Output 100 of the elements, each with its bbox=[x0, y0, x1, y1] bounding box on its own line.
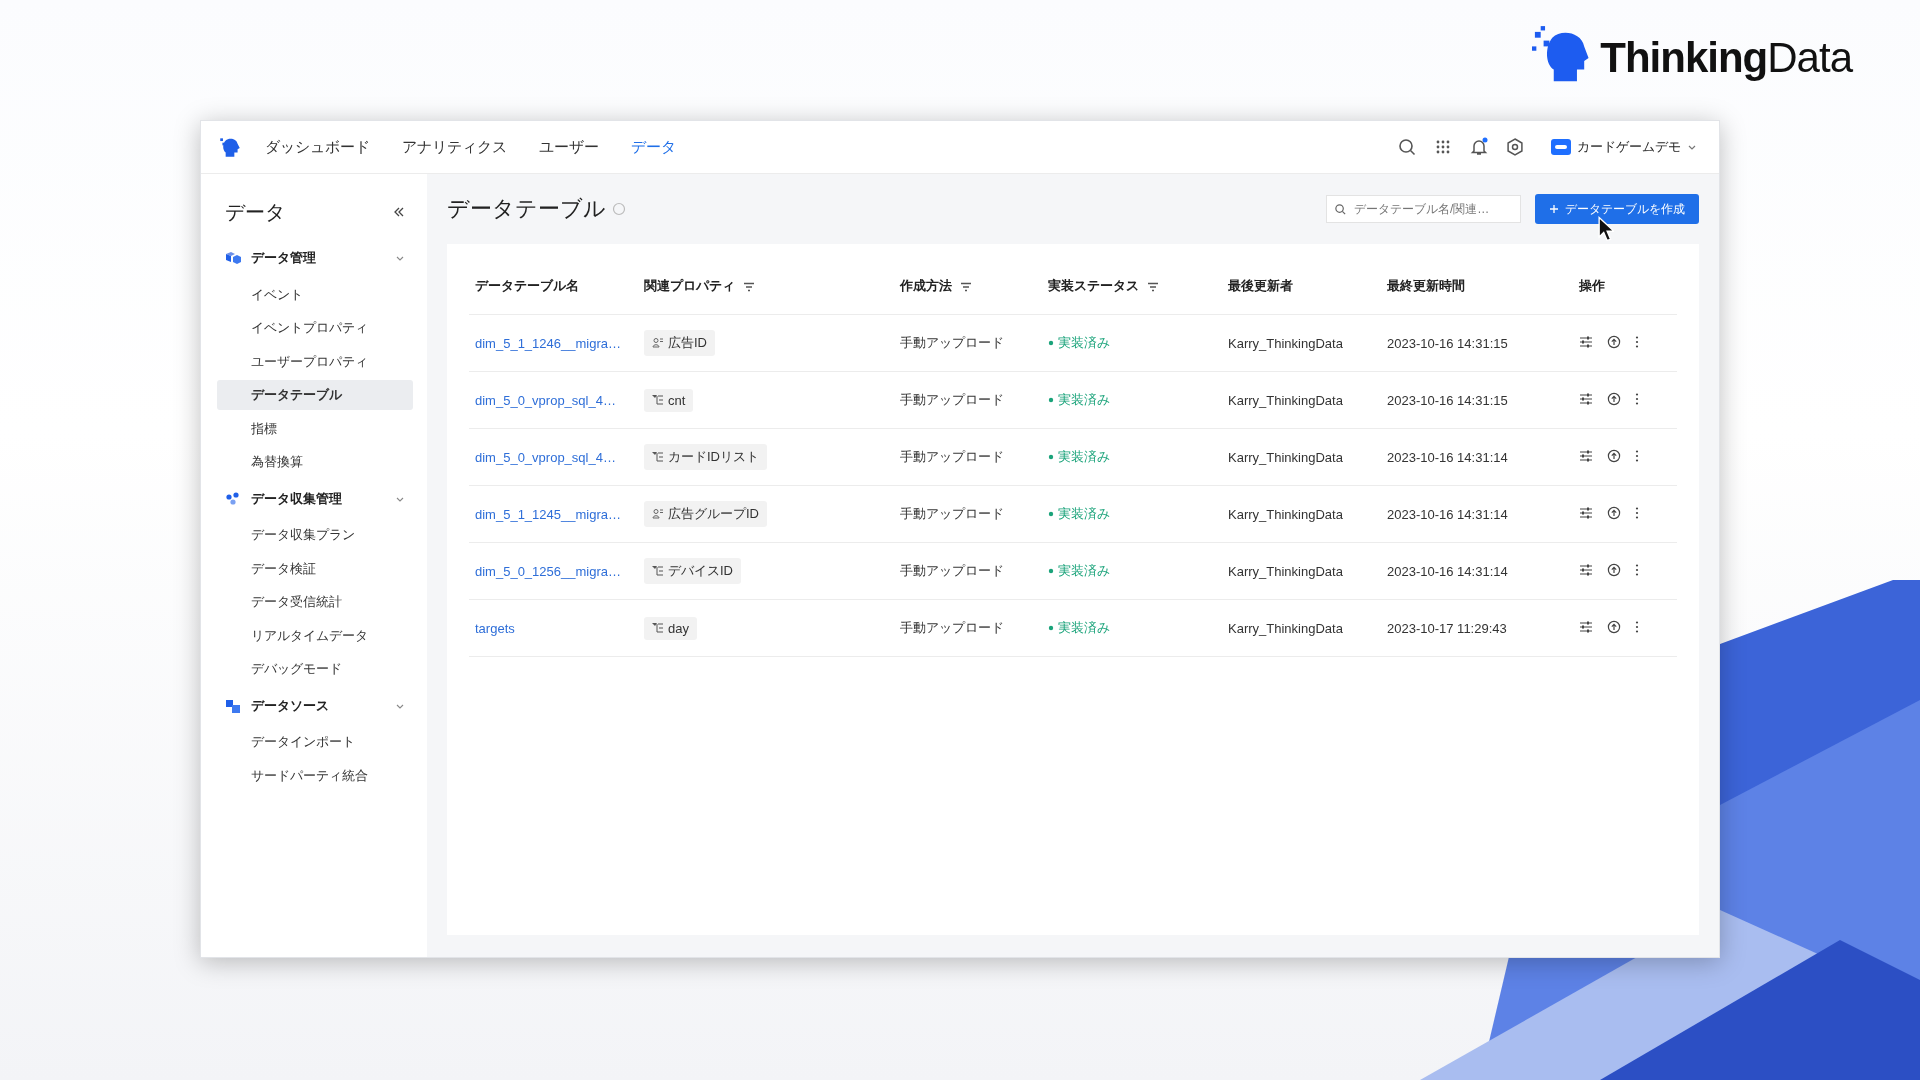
dimension-property-icon bbox=[652, 622, 664, 634]
dimension-property-icon bbox=[652, 565, 664, 577]
table-cell: 手動アップロード bbox=[900, 449, 1004, 464]
table-cell: 2023-10-17 11:29:43 bbox=[1387, 620, 1507, 636]
sidebar-item[interactable]: データ検証 bbox=[217, 553, 413, 584]
table-name-link[interactable]: dim_5_0_vprop_sql_4… bbox=[475, 392, 616, 408]
collapse-icon[interactable] bbox=[393, 206, 405, 218]
table-name-link[interactable]: targets bbox=[475, 620, 515, 636]
table-cell: Karry_ThinkingData bbox=[1228, 563, 1343, 579]
column-header: 最後更新者 bbox=[1228, 278, 1293, 293]
filter-icon[interactable] bbox=[1147, 281, 1159, 292]
upload-circle-icon[interactable] bbox=[1607, 334, 1621, 349]
nav-tab[interactable]: データ bbox=[631, 137, 676, 157]
more-icon[interactable] bbox=[1635, 619, 1639, 634]
sidebar-group[interactable]: データソース bbox=[217, 687, 413, 724]
sidebar-item[interactable]: イベント bbox=[217, 279, 413, 310]
sidebar-item[interactable]: リアルタイムデータ bbox=[217, 620, 413, 651]
sidebar-item[interactable]: データインポート bbox=[217, 727, 413, 757]
table-cell: 手動アップロード bbox=[900, 563, 1004, 578]
table-cell: Karry_ThinkingData bbox=[1228, 506, 1343, 522]
column-header: 実装ステータス bbox=[1048, 278, 1139, 293]
table-cell: 手動アップロード bbox=[900, 506, 1004, 521]
sidebar-item[interactable]: 為替換算 bbox=[217, 447, 413, 477]
sidebar-item[interactable]: 指標 bbox=[217, 413, 413, 444]
search-icon[interactable] bbox=[1397, 137, 1417, 157]
filter-icon[interactable] bbox=[960, 281, 972, 292]
nav-tab[interactable]: アナリティクス bbox=[402, 137, 507, 157]
sliders-icon[interactable] bbox=[1579, 334, 1593, 349]
property-label: 広告ID bbox=[668, 334, 707, 352]
column-header: 作成方法 bbox=[900, 278, 952, 293]
nav-tab[interactable]: ダッシュボード bbox=[265, 137, 370, 157]
dimension-property-icon bbox=[652, 451, 664, 463]
table-name-link[interactable]: dim_5_0_1256__migra… bbox=[475, 563, 621, 579]
sidebar-item[interactable]: データ受信統計 bbox=[217, 587, 413, 617]
table-cell: 手動アップロード bbox=[900, 392, 1004, 407]
project-switcher[interactable]: カードゲームデモ bbox=[1551, 138, 1697, 156]
status-dot-icon bbox=[1048, 511, 1054, 517]
user-property-icon bbox=[652, 337, 664, 349]
table-name-link[interactable]: dim_5_0_vprop_sql_4… bbox=[475, 449, 616, 465]
table-cell: 2023-10-16 14:31:15 bbox=[1387, 335, 1508, 351]
sidebar-item[interactable]: ユーザープロパティ bbox=[217, 346, 413, 377]
sidebar-item[interactable]: データ収集プラン bbox=[217, 520, 413, 550]
status-dot-icon bbox=[1048, 625, 1054, 631]
more-icon[interactable] bbox=[1635, 448, 1639, 463]
sidebar-item[interactable]: データテーブル bbox=[217, 380, 413, 410]
upload-circle-icon[interactable] bbox=[1607, 448, 1621, 463]
upload-circle-icon[interactable] bbox=[1607, 619, 1621, 634]
sidebar-item[interactable]: サードパーティ統合 bbox=[217, 760, 413, 791]
more-icon[interactable] bbox=[1635, 391, 1639, 406]
page-title: データテーブル bbox=[447, 195, 606, 223]
table-cell: 手動アップロード bbox=[900, 335, 1004, 350]
dimension-property-icon bbox=[652, 394, 664, 406]
table-cell: 手動アップロード bbox=[900, 620, 1004, 635]
nav-tab[interactable]: ユーザー bbox=[539, 137, 599, 157]
search-field[interactable]: データテーブル名/関連… bbox=[1326, 195, 1521, 223]
bell-icon[interactable] bbox=[1469, 137, 1489, 157]
upload-circle-icon[interactable] bbox=[1607, 562, 1621, 577]
table-name-link[interactable]: dim_5_1_1245__migra… bbox=[475, 506, 621, 522]
sliders-icon[interactable] bbox=[1579, 505, 1593, 520]
sliders-icon[interactable] bbox=[1579, 448, 1593, 463]
status-dot-icon bbox=[1048, 568, 1054, 574]
more-icon[interactable] bbox=[1635, 505, 1639, 520]
table-cell: Karry_ThinkingData bbox=[1228, 335, 1343, 351]
property-label: デバイスID bbox=[668, 562, 733, 580]
column-header: 最終更新時間 bbox=[1387, 278, 1465, 293]
table-name-link[interactable]: dim_5_1_1246__migra… bbox=[475, 335, 621, 351]
status-dot-icon bbox=[1048, 454, 1054, 460]
sidebar-group[interactable]: データ収集管理 bbox=[217, 480, 413, 517]
settings-icon[interactable] bbox=[1505, 137, 1525, 157]
status-text: 実装済み bbox=[1058, 448, 1110, 466]
status-dot-icon bbox=[1048, 340, 1054, 346]
sidebar-item[interactable]: イベントプロパティ bbox=[217, 313, 413, 343]
property-label: 広告グループID bbox=[668, 505, 759, 523]
status-dot-icon bbox=[1048, 397, 1054, 403]
filter-icon[interactable] bbox=[743, 281, 755, 292]
create-table-button[interactable]: データテーブルを作成 bbox=[1535, 194, 1699, 224]
sidebar-group[interactable]: データ管理 bbox=[217, 240, 413, 276]
mouse-cursor-icon bbox=[1598, 216, 1614, 242]
property-label: カードIDリスト bbox=[668, 448, 759, 466]
dots-icon bbox=[225, 491, 241, 506]
cubes-icon bbox=[225, 251, 241, 265]
table-cell: Karry_ThinkingData bbox=[1228, 620, 1343, 636]
search-icon bbox=[1334, 203, 1347, 216]
more-icon[interactable] bbox=[1635, 334, 1639, 349]
upload-circle-icon[interactable] bbox=[1607, 391, 1621, 406]
sliders-icon[interactable] bbox=[1579, 562, 1593, 577]
squares-icon bbox=[225, 698, 241, 713]
status-text: 実装済み bbox=[1058, 334, 1110, 352]
sliders-icon[interactable] bbox=[1579, 619, 1593, 634]
upload-circle-icon[interactable] bbox=[1607, 505, 1621, 520]
status-text: 実装済み bbox=[1058, 619, 1110, 637]
sidebar-item[interactable]: デバッグモード bbox=[217, 654, 413, 684]
table-cell: 2023-10-16 14:31:14 bbox=[1387, 506, 1508, 522]
plus-icon bbox=[1549, 204, 1559, 214]
property-label: day bbox=[668, 620, 689, 636]
status-text: 実装済み bbox=[1058, 391, 1110, 409]
more-icon[interactable] bbox=[1635, 562, 1639, 577]
user-property-icon bbox=[652, 508, 664, 520]
table-cell: 2023-10-16 14:31:14 bbox=[1387, 449, 1508, 465]
sliders-icon[interactable] bbox=[1579, 391, 1593, 406]
